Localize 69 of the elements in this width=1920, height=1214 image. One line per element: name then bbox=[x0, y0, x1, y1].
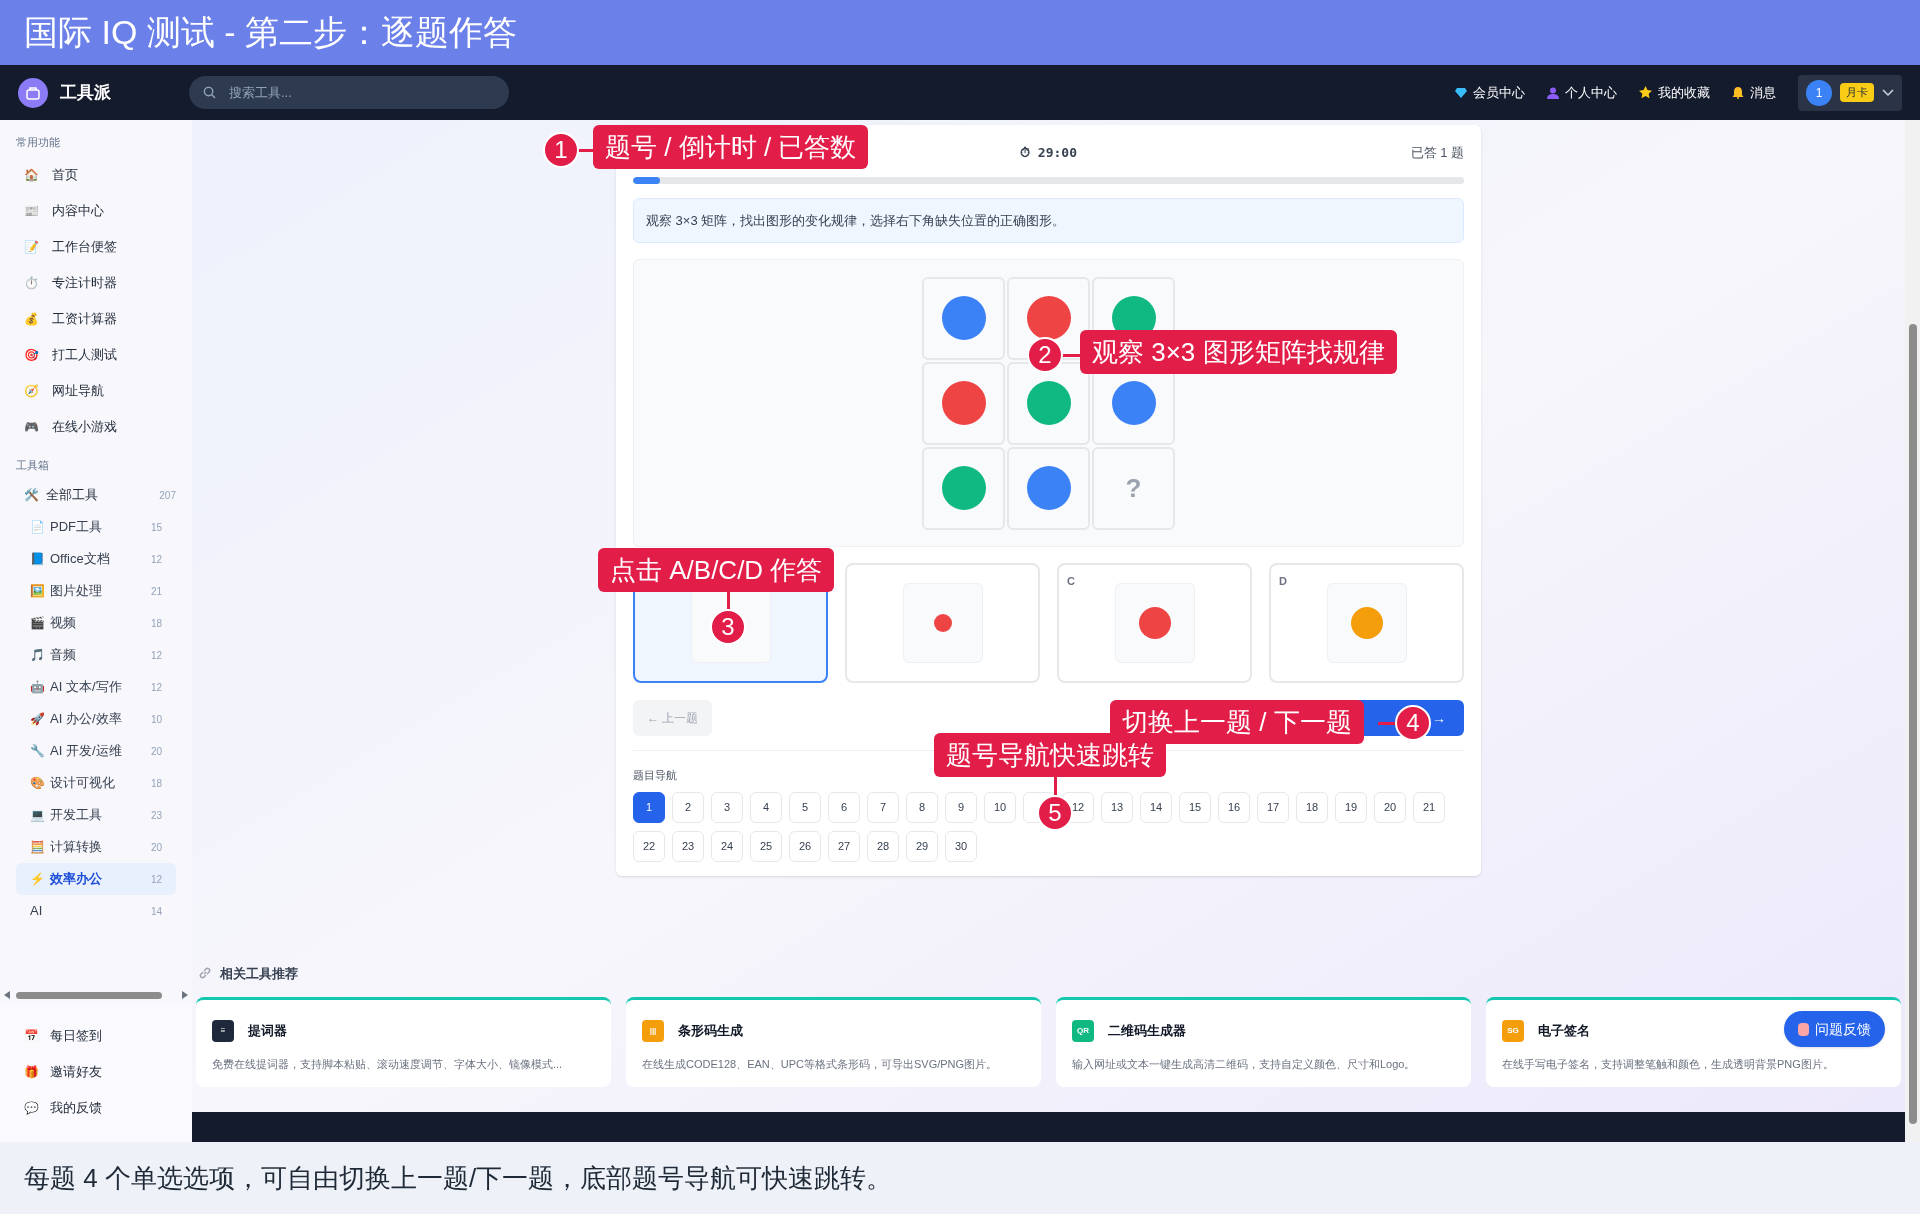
banner-title: 国际 IQ 测试 - 第二步：逐题作答 bbox=[24, 12, 517, 53]
tool-icon: QR bbox=[1072, 1020, 1094, 1042]
item-count: 18 bbox=[150, 616, 162, 631]
instruction-text: 观察 3×3 矩阵，找出图形的变化规律，选择右下角缺失位置的正确图形。 bbox=[646, 211, 1066, 230]
tool-name: 条形码生成 bbox=[678, 1022, 743, 1041]
item-count: 20 bbox=[150, 840, 162, 855]
section-title: 工具箱 bbox=[16, 457, 50, 473]
answered-count: 已答 1 题 bbox=[1410, 144, 1464, 163]
item-count: 18 bbox=[150, 776, 162, 791]
item-count: 10 bbox=[150, 712, 162, 727]
tool-icon: ≡ bbox=[212, 1020, 234, 1042]
tool-description: 免费在线提词器，支持脚本粘贴、滚动速度调节、字体大小、镜像模式... bbox=[212, 1057, 564, 1072]
item-icon: 🎯 bbox=[24, 345, 44, 364]
annotation-tooltip: 点击 A/B/C/D 作答 bbox=[598, 548, 835, 592]
item-icon: 🎮 bbox=[24, 417, 44, 436]
item-icon: 💬 bbox=[24, 1099, 50, 1117]
tool-name: 电子签名 bbox=[1538, 1022, 1590, 1041]
item-icon: 🖼 bbox=[30, 582, 50, 600]
item-count: 12 bbox=[150, 680, 162, 695]
tool-description: 在线生成CODE128、EAN、UPC等格式条形码，可导出SVG/PNG图片。 bbox=[642, 1057, 999, 1072]
plan-badge: 月卡 bbox=[1840, 83, 1874, 102]
tool-description: 输入网址或文本一键生成高清二维码，支持自定义颜色、尺寸和Logo。 bbox=[1072, 1057, 1417, 1072]
tool-icon: SG bbox=[1502, 1020, 1524, 1042]
nav-title: 题目导航 bbox=[633, 768, 678, 783]
item-icon: 🎨 bbox=[30, 774, 50, 792]
section-title: 常用功能 bbox=[16, 135, 61, 150]
item-icon: 💻 bbox=[30, 806, 50, 824]
item-icon: 📝 bbox=[24, 237, 44, 256]
tool-name: 二维码生成器 bbox=[1108, 1022, 1186, 1041]
section-heading: 相关工具推荐 bbox=[220, 964, 298, 983]
caption: 每题 4 个单选选项，可自由切换上一题/下一题，底部题号导航可快速跳转。 bbox=[24, 1161, 893, 1195]
item-icon: 🎬 bbox=[30, 614, 50, 632]
item-count: 12 bbox=[150, 648, 162, 663]
item-icon: 🛠 bbox=[24, 486, 44, 504]
item-count: 12 bbox=[150, 552, 162, 567]
avatar: 1 bbox=[1806, 79, 1832, 106]
item-count: 207 bbox=[159, 488, 176, 503]
tool-icon: ||| bbox=[642, 1020, 664, 1042]
item-icon: ⏱ bbox=[24, 273, 44, 292]
item-icon: 📅 bbox=[24, 1027, 50, 1045]
item-count: 14 bbox=[150, 904, 162, 919]
item-icon: 🔧 bbox=[30, 742, 50, 760]
item-icon: 🧭 bbox=[24, 381, 44, 400]
item-count: 23 bbox=[150, 808, 162, 823]
item-count: 20 bbox=[150, 744, 162, 759]
tool-description: 在线手写电子签名，支持调整笔触和颜色，生成透明背景PNG图片。 bbox=[1502, 1057, 1835, 1072]
item-icon: 📰 bbox=[24, 201, 44, 220]
option-letter: C bbox=[1067, 574, 1075, 589]
option-letter: D bbox=[1279, 574, 1287, 589]
item-count: 12 bbox=[150, 872, 162, 887]
item-icon: 📄 bbox=[30, 518, 50, 536]
item-icon: 🧮 bbox=[30, 838, 50, 856]
item-count: 15 bbox=[150, 520, 162, 535]
annotation-tooltip: 观察 3×3 图形矩阵找规律 bbox=[1080, 330, 1397, 374]
item-icon: ⚡ bbox=[30, 870, 50, 888]
item-count: 21 bbox=[150, 584, 162, 599]
item-icon: 🤖 bbox=[30, 678, 50, 696]
item-icon: 📘 bbox=[30, 550, 50, 568]
annotation-tooltip: 题号导航快速跳转 bbox=[934, 733, 1166, 777]
annotation-tooltip: 题号 / 倒计时 / 已答数 bbox=[593, 125, 869, 169]
item-icon: 🏠 bbox=[24, 165, 44, 184]
tool-name: 提词器 bbox=[248, 1022, 287, 1041]
item-icon: 🎁 bbox=[24, 1063, 50, 1081]
annotation-tooltip: 切换上一题 / 下一题 bbox=[1110, 700, 1364, 744]
item-icon: 💰 bbox=[24, 309, 44, 328]
question-mark: ? bbox=[1125, 471, 1142, 505]
timer: ⏱ 29:00 bbox=[1020, 144, 1077, 163]
item-icon: 🚀 bbox=[30, 710, 50, 728]
item-icon: 🎵 bbox=[30, 646, 50, 664]
